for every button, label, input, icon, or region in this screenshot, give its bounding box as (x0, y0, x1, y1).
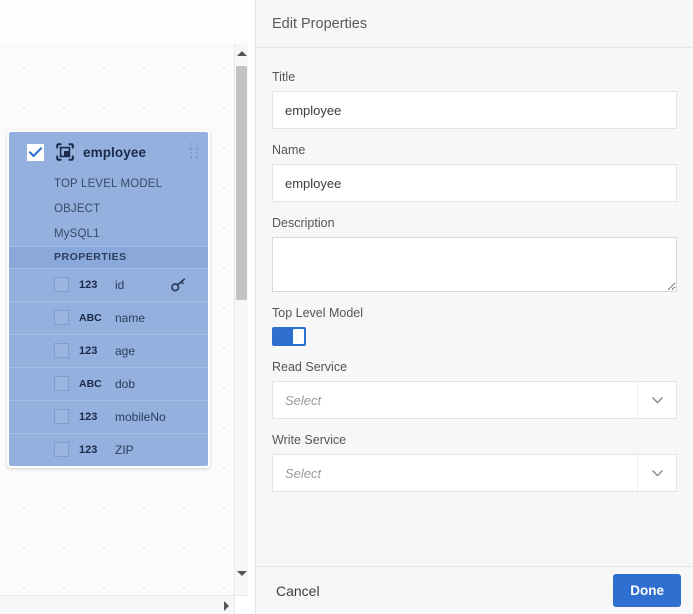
vertical-scrollbar-thumb[interactable] (236, 66, 247, 300)
property-type-label: 123 (79, 345, 98, 357)
model-card-subtitle: TOP LEVEL MODEL OBJECT (54, 178, 162, 215)
property-name-label: dob (115, 377, 136, 391)
field-top-level-model: Top Level Model (272, 306, 677, 346)
property-name-label: ZIP (115, 443, 134, 457)
chevron-down-icon (651, 469, 663, 476)
property-checkbox[interactable] (54, 310, 69, 325)
panel-body: Title Name Description Top Level Model R… (256, 48, 693, 566)
chevron-down-icon (651, 396, 663, 403)
scroll-down-arrow-icon[interactable] (235, 567, 248, 580)
canvas-vertical-scrollbar[interactable] (234, 44, 248, 595)
property-row-id[interactable]: 123 id (9, 269, 208, 302)
read-service-dropdown-button[interactable] (637, 382, 676, 418)
property-checkbox[interactable] (54, 376, 69, 391)
cancel-button[interactable]: Cancel (272, 577, 324, 605)
panel-footer: Cancel Done (256, 566, 693, 614)
property-row-name[interactable]: ABC name (9, 302, 208, 335)
model-object-card[interactable]: employee TOP LEVEL MODEL OBJECT MySQL1 P… (7, 130, 210, 468)
property-name-label: id (115, 278, 125, 292)
canvas-pane: employee TOP LEVEL MODEL OBJECT MySQL1 P… (0, 0, 256, 614)
property-checkbox[interactable] (54, 343, 69, 358)
name-label: Name (272, 143, 306, 157)
property-name-label: mobileNo (115, 410, 166, 424)
property-row-mobileno[interactable]: 123 mobileNo (9, 401, 208, 434)
read-service-label: Read Service (272, 360, 348, 374)
property-type-label: 123 (79, 411, 98, 423)
write-service-input[interactable] (273, 455, 637, 491)
read-service-select[interactable] (272, 381, 677, 419)
property-type-label: 123 (79, 279, 98, 291)
panel-title: Edit Properties (272, 15, 368, 32)
property-row-dob[interactable]: ABC dob (9, 368, 208, 401)
property-row-zip[interactable]: 123 ZIP (9, 434, 208, 466)
name-input[interactable] (272, 164, 677, 202)
model-canvas[interactable]: employee TOP LEVEL MODEL OBJECT MySQL1 P… (0, 44, 234, 595)
property-name-label: name (115, 311, 146, 325)
model-select-checkbox[interactable] (27, 143, 44, 161)
scrollbar-corner (234, 595, 248, 614)
model-card-title: employee (83, 144, 147, 160)
field-write-service: Write Service (272, 433, 677, 492)
read-service-input[interactable] (273, 382, 637, 418)
property-checkbox[interactable] (54, 409, 69, 424)
model-card-header[interactable]: employee (9, 132, 208, 172)
drag-handle-icon[interactable] (190, 143, 199, 160)
scroll-up-arrow-icon[interactable] (235, 47, 248, 60)
field-title: Title (272, 70, 677, 129)
write-service-label: Write Service (272, 433, 347, 447)
model-card-datasource: MySQL1 (54, 228, 100, 240)
field-read-service: Read Service (272, 360, 677, 419)
top-level-model-toggle[interactable] (272, 327, 306, 346)
canvas-top-blank-strip (0, 0, 248, 44)
primary-key-icon (171, 278, 186, 292)
property-type-label: ABC (79, 312, 102, 324)
title-label: Title (272, 70, 296, 84)
property-checkbox[interactable] (54, 442, 69, 457)
top-level-model-label: Top Level Model (272, 306, 364, 320)
panel-header: Edit Properties (256, 0, 693, 48)
description-label: Description (272, 216, 335, 230)
property-checkbox[interactable] (54, 277, 69, 292)
property-type-label: 123 (79, 444, 98, 456)
field-name: Name (272, 143, 677, 202)
property-type-label: ABC (79, 378, 102, 390)
write-service-dropdown-button[interactable] (637, 455, 676, 491)
description-textarea[interactable] (272, 237, 677, 292)
model-object-icon (56, 143, 74, 161)
property-name-label: age (115, 344, 136, 358)
title-input[interactable] (272, 91, 677, 129)
scroll-right-arrow-icon[interactable] (220, 599, 233, 612)
write-service-select[interactable] (272, 454, 677, 492)
done-button[interactable]: Done (613, 574, 681, 607)
properties-section-label: PROPERTIES (9, 246, 208, 269)
pane-divider (248, 0, 256, 614)
app-root: employee TOP LEVEL MODEL OBJECT MySQL1 P… (0, 0, 693, 614)
toggle-knob (293, 329, 304, 344)
edit-properties-panel: Edit Properties Title Name Description T… (256, 0, 693, 614)
property-row-age[interactable]: 123 age (9, 335, 208, 368)
field-description: Description (272, 216, 677, 292)
model-card-inner: employee TOP LEVEL MODEL OBJECT MySQL1 P… (9, 132, 208, 466)
canvas-horizontal-scrollbar[interactable] (0, 595, 234, 614)
